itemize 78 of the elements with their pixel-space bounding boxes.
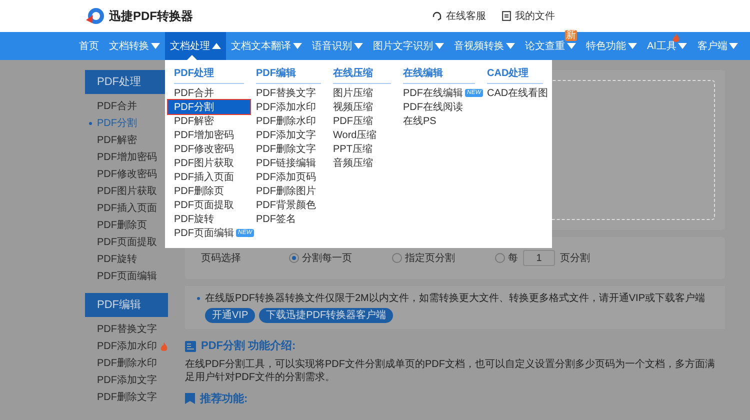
nav-item[interactable]: 客户端 xyxy=(692,32,744,60)
sidebar-item[interactable]: PDF删除文字 xyxy=(85,389,168,406)
sidebar-item[interactable]: PDF图片获取 xyxy=(85,183,168,200)
menu-item[interactable]: PDF删除页 xyxy=(168,184,250,198)
sidebar-item[interactable]: PDF增加密码 xyxy=(85,149,168,166)
menu-item[interactable]: PDF添加文字 xyxy=(250,128,327,142)
menu-item[interactable]: PDF在线阅读 xyxy=(397,100,481,114)
option-label: 页码选择 xyxy=(201,252,242,266)
menu-column-heading: PDF编辑 xyxy=(256,66,321,84)
sidebar-item[interactable]: PDF修改密码 xyxy=(85,166,168,183)
page-count-field[interactable]: 1 xyxy=(523,250,555,266)
nav-item[interactable]: 文档转换 xyxy=(104,32,165,60)
menu-item[interactable]: PDF压缩 xyxy=(327,114,397,128)
menu-column-heading: 在线编辑 xyxy=(403,66,475,84)
menu-item[interactable]: PDF旋转 xyxy=(168,212,250,226)
menu-item[interactable]: 在线PS xyxy=(397,114,481,128)
nav-item[interactable]: 首页 xyxy=(74,32,104,60)
menu-item[interactable]: PDF背景颜色 xyxy=(250,198,327,212)
menu-item[interactable]: PDF插入页面 xyxy=(168,170,250,184)
menu-column-heading: 在线压缩 xyxy=(333,66,391,84)
sidebar-item[interactable]: PDF旋转 xyxy=(85,251,168,268)
menu-item[interactable]: Word压缩 xyxy=(327,128,397,142)
sidebar-heading: PDF处理 xyxy=(85,70,168,94)
sidebar-item[interactable]: PDF删除页 xyxy=(85,217,168,234)
menu-item[interactable]: 音频压缩 xyxy=(327,156,397,170)
vip-button[interactable]: 开通VIP xyxy=(205,308,256,323)
menu-item[interactable]: PDF添加水印 xyxy=(250,100,327,114)
menu-item[interactable]: PDF添加页码 xyxy=(250,170,327,184)
sidebar-item[interactable]: PDF解密 xyxy=(85,132,168,149)
menu-item[interactable]: CAD在线看图 xyxy=(481,86,549,100)
sidebar-item[interactable]: PDF替换文字 xyxy=(85,321,168,338)
service-link[interactable]: 在线客服 xyxy=(432,8,486,24)
sidebar-item[interactable]: PDF页面编辑 xyxy=(85,268,168,285)
nav-item[interactable]: 特色功能 xyxy=(581,32,642,60)
radio-label: 每 xyxy=(508,252,518,266)
menu-item[interactable]: PDF图片获取 xyxy=(168,156,250,170)
sidebar-item[interactable]: PDF合并 xyxy=(85,98,168,115)
menu-item[interactable]: PDF签名 xyxy=(250,212,327,226)
menu-item[interactable]: PDF解密 xyxy=(168,114,250,128)
menu-item[interactable]: PDF合并 xyxy=(168,86,250,100)
menu-item[interactable]: PDF分割 xyxy=(168,100,250,114)
menu-item[interactable]: 图片压缩 xyxy=(327,86,397,100)
menu-item[interactable]: PDF修改密码 xyxy=(168,142,250,156)
suffix-label: 页分割 xyxy=(560,252,590,266)
menu-item[interactable]: 视频压缩 xyxy=(327,100,397,114)
recommend-title: 推荐功能: xyxy=(200,392,248,406)
sidebar-item[interactable]: PDF添加文字 xyxy=(85,372,168,389)
intro-text: 在线PDF分割工具，可以实现将PDF文件分割成单页的PDF文档，也可以自定义设置分割多少页码为一个文档，多方面满足用户针对PDF文件的分割需求。 xyxy=(185,358,716,384)
notice-text: 在线版PDF转换器转换文件仅限于2M以内文件，如需转换更大文件、转换更多格式文件，请开通VIP或下载客户端 xyxy=(205,292,706,305)
nav-item[interactable]: 文档文本翻译 xyxy=(226,32,307,60)
radio-label: 分割每一页 xyxy=(302,252,352,266)
radio-label: 指定页分割 xyxy=(405,252,455,266)
menu-item[interactable]: PDF删除水印 xyxy=(250,114,327,128)
sidebar-item[interactable]: PDF页面提取 xyxy=(85,234,168,251)
files-link[interactable]: 我的文件 xyxy=(502,8,555,24)
nav-item[interactable]: 文档处理 xyxy=(165,32,226,60)
menu-item[interactable]: PDF删除图片 xyxy=(250,184,327,198)
menu-item[interactable]: PDF删除文字 xyxy=(250,142,327,156)
nav-item[interactable]: 语音识别 xyxy=(307,32,368,60)
download-button[interactable]: 下载迅捷PDF转换器客户端 xyxy=(259,308,394,323)
intro-title: PDF分割 功能介绍: xyxy=(201,338,296,354)
new-badge: 新 xyxy=(565,30,577,41)
menu-item[interactable]: PPT压缩 xyxy=(327,142,397,156)
nav-item[interactable]: 音视频转换 xyxy=(449,32,520,60)
menu-column-heading: PDF处理 xyxy=(174,66,244,84)
menu-item[interactable]: PDF替换文字 xyxy=(250,86,327,100)
menu-column-heading: CAD处理 xyxy=(487,66,543,84)
sidebar-item[interactable]: PDF添加水印 xyxy=(85,338,168,355)
menu-item[interactable]: PDF增加密码 xyxy=(168,128,250,142)
sidebar-heading: PDF编辑 xyxy=(85,293,168,317)
menu-item[interactable]: PDF页面提取 xyxy=(168,198,250,212)
logo-text: 迅捷PDF转换器 xyxy=(109,8,193,25)
nav-item[interactable]: 论文查重 新 xyxy=(520,32,581,60)
sidebar-item[interactable]: PDF删除水印 xyxy=(85,355,168,372)
nav-item[interactable]: AI工具 xyxy=(642,32,692,60)
menu-item[interactable]: PDF链接编辑 xyxy=(250,156,327,170)
sidebar-item[interactable]: PDF插入页面 xyxy=(85,200,168,217)
nav-item[interactable]: 图片文字识别 xyxy=(368,32,449,60)
